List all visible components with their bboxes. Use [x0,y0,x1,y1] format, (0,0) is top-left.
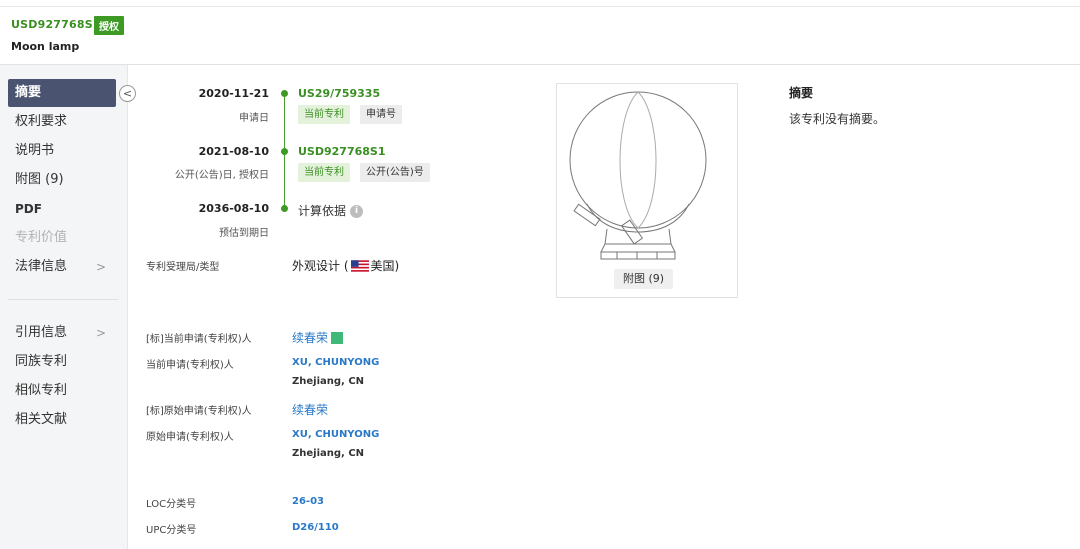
chevron-right-icon: > [95,260,106,274]
status-badge: 授权 [94,16,124,35]
std-current-applicant-label: [标]当前申请(专利权)人 [146,334,252,345]
current-patent-tag: 当前专利 [298,163,350,182]
expiry-date-label: 预估到期日 [219,228,269,239]
timeline-dot [281,205,288,212]
sidebar: 摘要 权利要求 说明书 附图 (9) PDF 专利价值 法律信息 > 引用信息 > … [0,65,128,549]
sidebar-item-related-docs[interactable]: 相关文献 [8,406,116,434]
current-patent-tag: 当前专利 [298,105,350,124]
sidebar-item-pdf[interactable]: PDF [8,195,116,223]
original-applicant-location: Zhejiang, CN [292,448,365,459]
std-current-applicant-value: 续春荣 [292,329,344,346]
expiry-date: 2036-08-10 [198,202,269,215]
application-number[interactable]: US29/759335 [298,87,380,100]
sidebar-item-label: PDF [15,202,42,216]
abstract-heading: 摘要 [789,86,814,100]
sidebar-item-label: 附图 (9) [15,172,64,187]
sidebar-item-abstract[interactable]: 摘要 [8,79,116,107]
sidebar-item-figures[interactable]: 附图 (9) [8,166,116,194]
figure-thumbnail[interactable] [556,83,738,298]
timeline-dot [281,148,288,155]
sidebar-item-citations[interactable]: 引用信息 > [8,319,116,347]
sidebar-item-label: 专利价值 [15,230,68,245]
std-current-applicant-link[interactable]: 续春荣 [292,331,328,345]
sidebar-item-label: 引用信息 [15,325,68,340]
calculation-basis-label: 计算依据 [298,204,347,218]
sidebar-item-label: 相关文献 [15,412,68,427]
verified-icon [331,331,344,344]
application-date-label: 申请日 [239,113,269,124]
original-applicant-label: 原始申请(专利权)人 [146,432,234,443]
application-date: 2020-11-21 [198,87,269,100]
sidebar-item-label: 同族专利 [15,354,68,369]
timeline-dot [281,90,288,97]
info-icon[interactable]: i [350,205,364,218]
office-type-value: 外观设计 ( 美国) [292,257,399,274]
sidebar-item-description[interactable]: 说明书 [8,137,116,165]
abstract-text: 该专利没有摘要。 [789,112,886,126]
chevron-right-icon: > [95,326,106,340]
sidebar-item-similar[interactable]: 相似专利 [8,377,116,405]
calculation-basis[interactable]: 计算依据 i [298,202,364,219]
us-flag-icon [350,259,369,272]
moon-lamp-drawing [569,91,707,260]
current-applicant-label: 当前申请(专利权)人 [146,360,234,371]
sidebar-item-family[interactable]: 同族专利 [8,348,116,376]
sidebar-item-patent-value: 专利价值 [8,224,116,252]
sidebar-item-label: 权利要求 [15,114,68,129]
patent-number[interactable]: USD927768S1 [11,18,101,31]
sidebar-item-label: 相似专利 [15,383,68,398]
sidebar-item-label: 摘要 [15,85,42,100]
upc-label: UPC分类号 [146,525,197,536]
publication-date-label: 公开(公告)日, 授权日 [174,170,269,181]
current-applicant-location: Zhejiang, CN [292,376,365,387]
sidebar-item-label: 法律信息 [15,259,68,274]
country-text: 美国) [370,259,400,273]
office-type-text: 外观设计 ( [292,259,349,273]
std-original-applicant-link[interactable]: 续春荣 [292,401,328,418]
figure-count-button[interactable]: 附图 (9) [614,269,674,289]
loc-value[interactable]: 26-03 [292,496,324,507]
sidebar-divider [8,299,118,300]
sidebar-item-legal-info[interactable]: 法律信息 > [8,253,116,281]
upc-value[interactable]: D26/110 [292,522,339,533]
office-type-label: 专利受理局/类型 [146,262,220,273]
publication-date: 2021-08-10 [198,145,269,158]
loc-label: LOC分类号 [146,499,197,510]
application-number-tag: 申请号 [360,105,402,124]
sidebar-item-claims[interactable]: 权利要求 [8,108,116,136]
chevron-left-icon[interactable]: < [119,85,136,102]
publication-number-tag: 公开(公告)号 [360,163,430,182]
publication-number[interactable]: USD927768S1 [298,145,385,158]
patent-title: Moon lamp [11,40,80,53]
original-applicant-link[interactable]: XU, CHUNYONG [292,429,379,440]
sidebar-item-label: 说明书 [15,143,55,158]
std-original-applicant-label: [标]原始申请(专利权)人 [146,406,252,417]
patent-header: USD927768S1 授权 Moon lamp [0,7,1080,65]
current-applicant-link[interactable]: XU, CHUNYONG [292,357,379,368]
